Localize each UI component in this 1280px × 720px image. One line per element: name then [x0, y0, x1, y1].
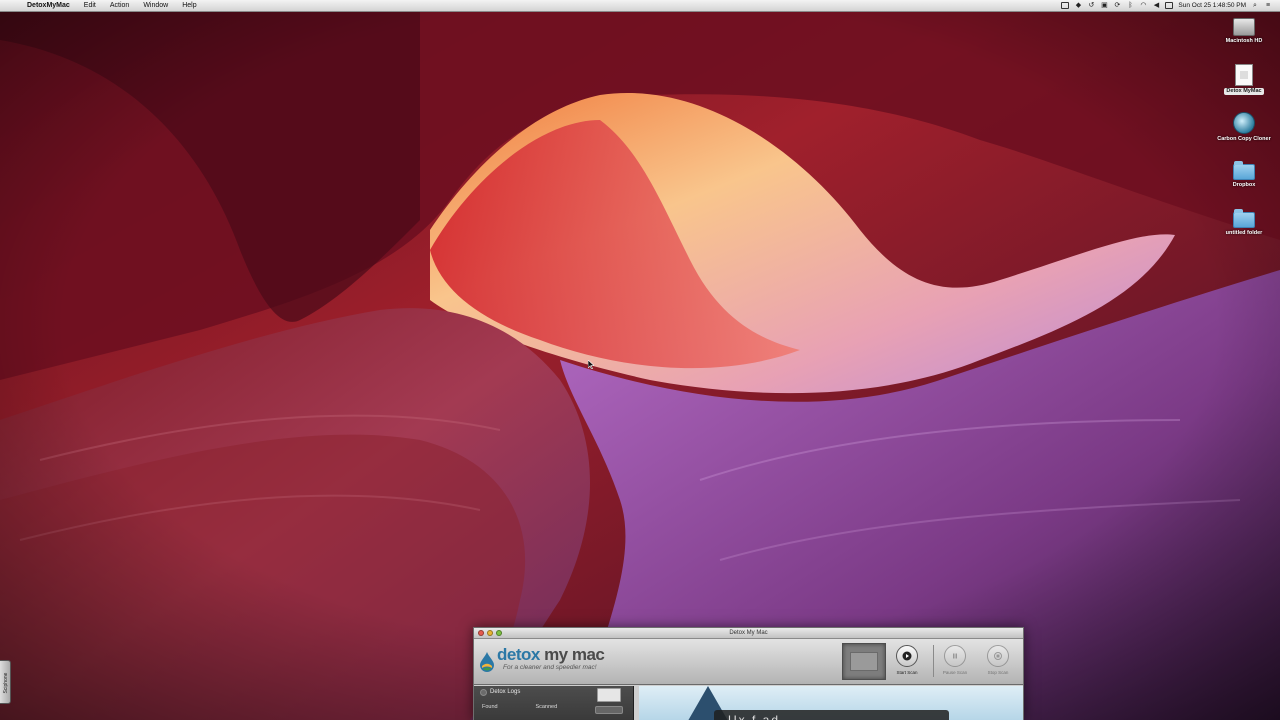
sidebar-mini-button[interactable]: [594, 706, 623, 714]
scanned-label: Scanned: [535, 704, 558, 710]
scan-preview-thumbnail: [842, 643, 886, 680]
toolbar-divider: [933, 645, 934, 677]
stop-scan-button[interactable]: Stop Scan: [981, 645, 1015, 675]
desktop-icon-label: Carbon Copy Cloner: [1217, 136, 1271, 142]
pause-scan-button[interactable]: Pause Scan: [938, 645, 972, 675]
logo-wordmark: detox my mac: [497, 645, 605, 664]
menu-extras: ◆ ↺ ▣ ⟳ ᛒ ◠ ◀ Sun Oct 25 1:48:50 PM ⌕ ≡: [1061, 2, 1280, 10]
menu-app-name[interactable]: DetoxMyMac: [20, 0, 77, 12]
water-drop-icon: [480, 652, 494, 672]
chart-icon: [597, 688, 621, 702]
dropbox-status-icon[interactable]: ◆: [1074, 2, 1082, 10]
desktop-icons: Macintosh HD Detox MyMac Carbon Copy Clo…: [1214, 14, 1274, 254]
document-icon: [1235, 64, 1253, 86]
logo-tagline: For a cleaner and speedier mac!: [503, 664, 597, 671]
pause-scan-label: Pause Scan: [942, 670, 968, 675]
stop-icon: [987, 645, 1009, 667]
play-icon: [896, 645, 918, 667]
menu-edit[interactable]: Edit: [77, 0, 103, 12]
desktop-icon-label: Macintosh HD: [1225, 38, 1263, 44]
desktop-icon-label: Dropbox: [1232, 182, 1256, 188]
desktop-icon-label: untitled folder: [1225, 230, 1263, 236]
app-logo: detox my mac For a cleaner and speedier …: [480, 645, 605, 672]
desktop-icon-untitled-folder[interactable]: untitled folder: [1214, 206, 1274, 252]
logo-detox: detox: [497, 645, 540, 664]
folder-icon: [1233, 161, 1255, 180]
desktop-icon-dropbox[interactable]: Dropbox: [1214, 158, 1274, 204]
desktop-wallpaper: [0, 0, 1280, 720]
time-machine-icon[interactable]: ↺: [1087, 2, 1095, 10]
desktop-icon-carbon-copy-cloner[interactable]: Carbon Copy Cloner: [1214, 110, 1274, 156]
battery-icon[interactable]: [1165, 2, 1174, 9]
sidebar-item-label: Detox Logs: [490, 689, 521, 695]
folder-icon: [1233, 209, 1255, 228]
minimize-window-button[interactable]: [487, 630, 493, 636]
hard-drive-icon: [1233, 18, 1255, 36]
sidebar-item-detox-logs[interactable]: Detox Logs: [474, 686, 633, 702]
side-drawer-tab[interactable]: Sciphone: [0, 660, 11, 704]
window-titlebar[interactable]: Detox My Mac: [474, 628, 1023, 639]
menu-action[interactable]: Action: [103, 0, 136, 12]
menubar-clock[interactable]: Sun Oct 25 1:48:50 PM: [1178, 2, 1246, 9]
start-scan-button[interactable]: Start Scan: [890, 645, 924, 675]
close-window-button[interactable]: [478, 630, 484, 636]
pause-icon: [944, 645, 966, 667]
volume-icon[interactable]: ◀: [1152, 2, 1160, 10]
window-title: Detox My Mac: [729, 630, 768, 636]
vpn-icon[interactable]: ▣: [1100, 2, 1108, 10]
stop-scan-label: Stop Scan: [987, 670, 1009, 675]
wifi-icon[interactable]: ◠: [1139, 2, 1147, 10]
sync-icon[interactable]: ⟳: [1113, 2, 1121, 10]
logs-icon: [480, 688, 487, 696]
window-controls: [478, 630, 502, 636]
sidebar: Detox Logs Found Scanned: [474, 686, 634, 720]
bluetooth-icon[interactable]: ᛒ: [1126, 2, 1134, 10]
mouse-cursor-icon: [588, 360, 594, 369]
caption-overlay: Ux f ad: [714, 710, 949, 720]
menu-bar: DetoxMyMac Edit Action Window Help ◆ ↺ ▣…: [0, 0, 1280, 12]
desktop-icon-label: Detox MyMac: [1224, 88, 1264, 95]
main-panel: Ux f ad: [639, 686, 1023, 720]
menu-help[interactable]: Help: [175, 0, 203, 12]
spotlight-search-icon[interactable]: ⌕: [1251, 2, 1259, 10]
menu-window[interactable]: Window: [136, 0, 175, 12]
window-toolbar: detox my mac For a cleaner and speedier …: [474, 639, 1023, 685]
found-label: Found: [482, 704, 498, 710]
sidebar-columns: Found Scanned: [474, 704, 633, 714]
window-content: Detox Logs Found Scanned Ux f ad: [474, 686, 1023, 720]
zoom-window-button[interactable]: [496, 630, 502, 636]
desktop-icon-macintosh-hd[interactable]: Macintosh HD: [1214, 14, 1274, 60]
carbon-copy-cloner-icon: [1233, 112, 1255, 134]
desktop-icon-detox-mymac[interactable]: Detox MyMac: [1214, 62, 1274, 108]
detox-my-mac-window: Detox My Mac detox my mac For a cleaner …: [473, 627, 1024, 720]
screen-icon[interactable]: [1061, 2, 1070, 9]
logo-my-mac: my mac: [539, 645, 605, 664]
side-tab-label: Sciphone: [3, 672, 9, 694]
notification-center-icon[interactable]: ≡: [1264, 2, 1272, 10]
caption-text: Ux f ad: [728, 713, 781, 720]
start-scan-label: Start Scan: [896, 670, 918, 675]
